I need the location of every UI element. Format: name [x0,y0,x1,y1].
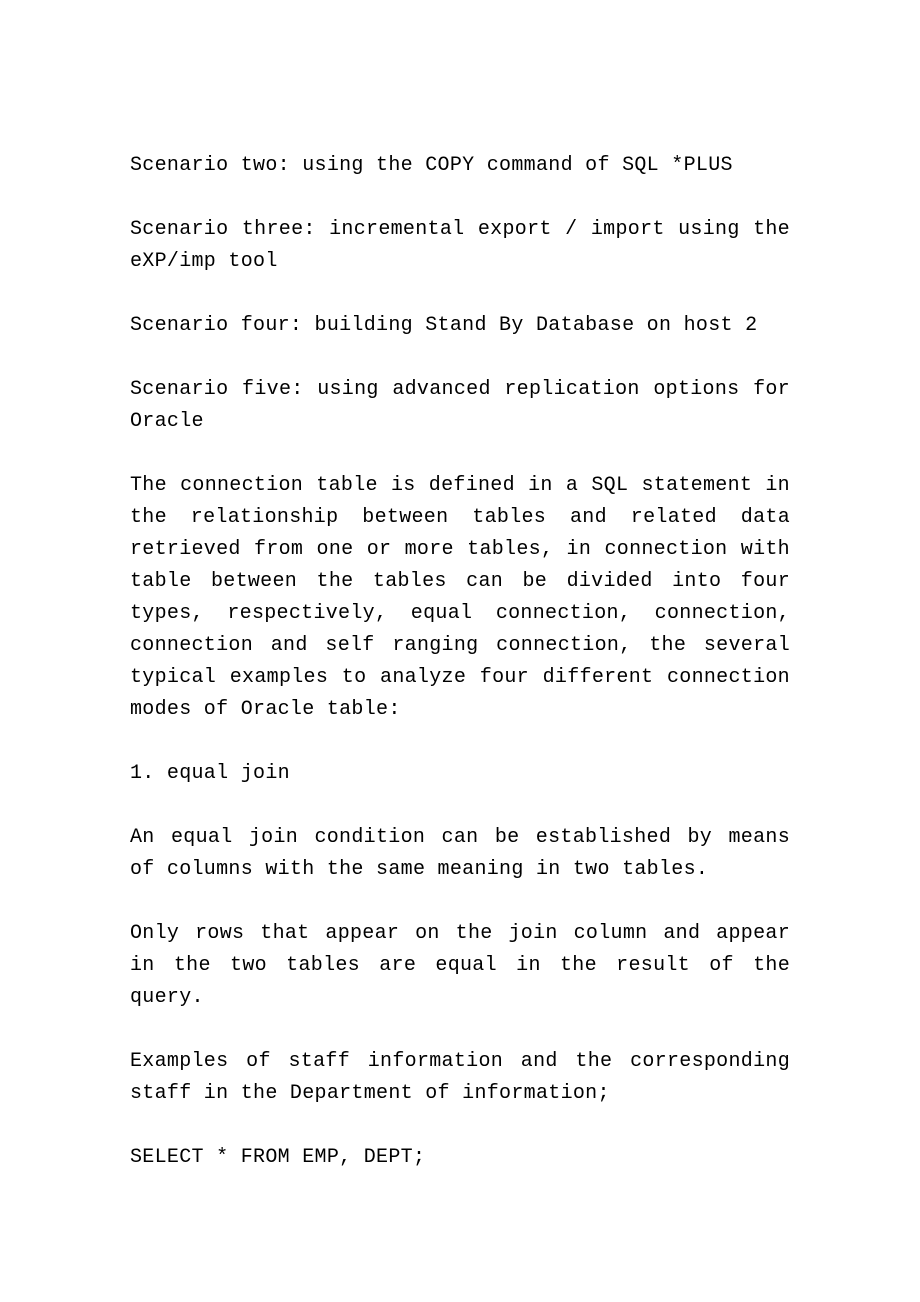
paragraph-examples-staff: Examples of staff information and the co… [130,1046,790,1110]
paragraph-scenario-four: Scenario four: building Stand By Databas… [130,310,790,342]
paragraph-equal-join-condition: An equal join condition can be establish… [130,822,790,886]
paragraph-sql-select: SELECT * FROM EMP, DEPT; [130,1142,790,1174]
paragraph-equal-join-heading: 1. equal join [130,758,790,790]
paragraph-scenario-five: Scenario five: using advanced replicatio… [130,374,790,438]
paragraph-connection-table: The connection table is defined in a SQL… [130,470,790,726]
paragraph-scenario-two: Scenario two: using the COPY command of … [130,150,790,182]
paragraph-scenario-three: Scenario three: incremental export / imp… [130,214,790,278]
paragraph-rows-appear: Only rows that appear on the join column… [130,918,790,1014]
